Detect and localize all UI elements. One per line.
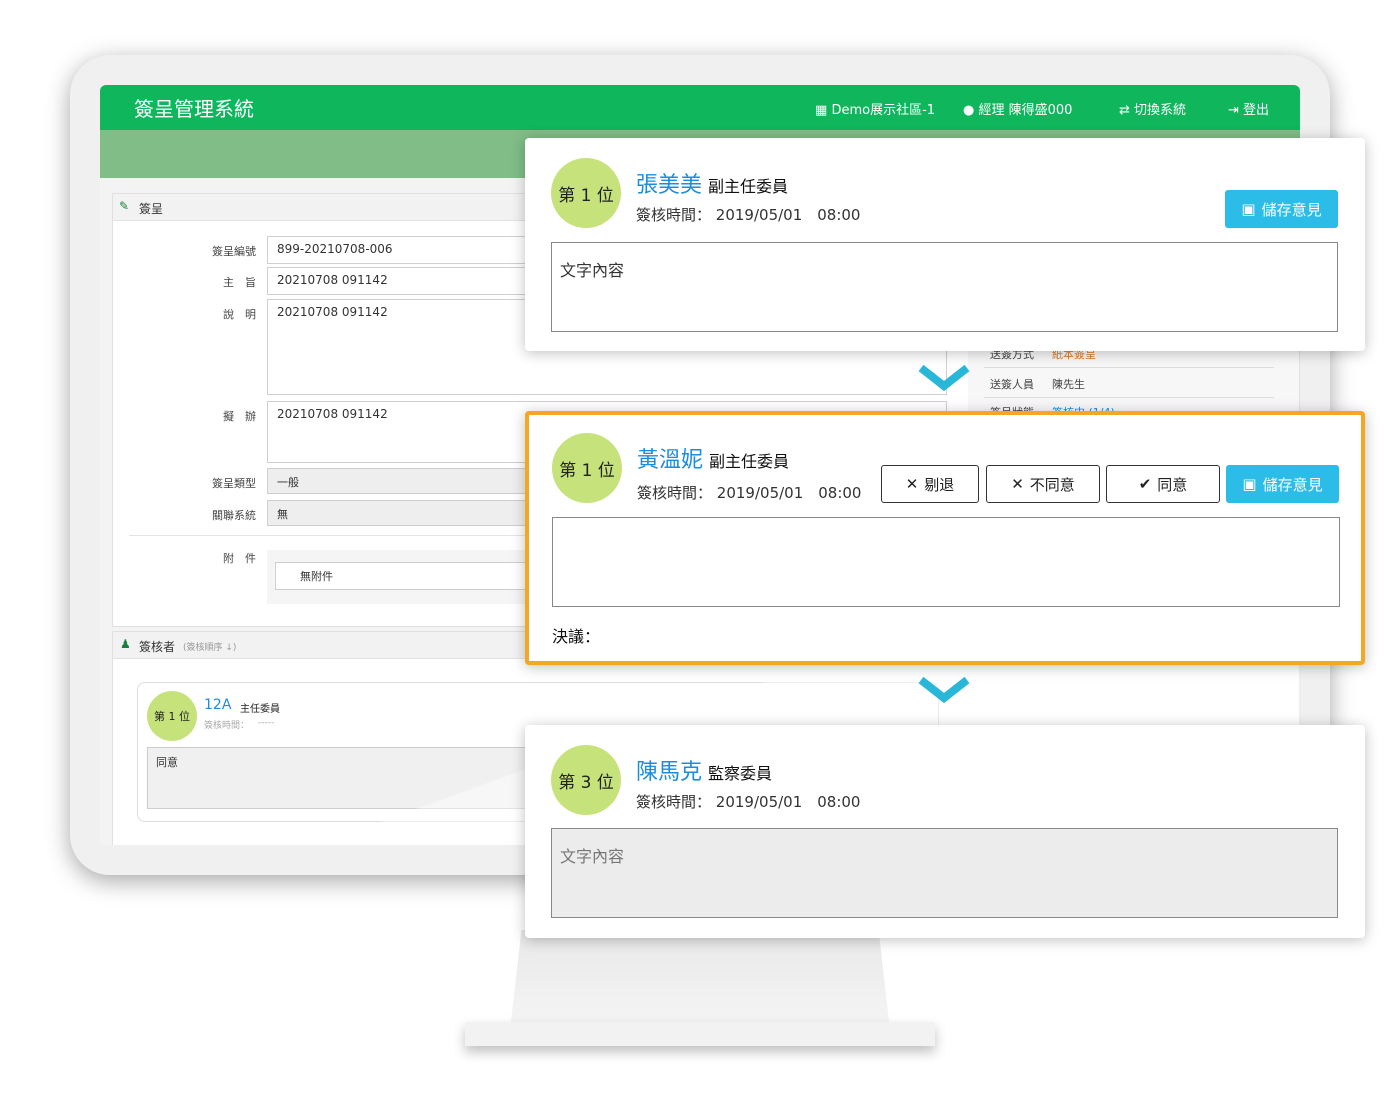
- logout-link[interactable]: ⇥ 登出: [1228, 99, 1269, 118]
- reject-label: 剔退: [924, 475, 955, 494]
- info-divider: [984, 397, 1274, 398]
- reviewer-role: 副主任委員: [708, 177, 789, 196]
- reviewer-name-wrap: 張美美 副主任委員: [636, 167, 788, 199]
- opinion-text: 文字內容: [560, 847, 625, 866]
- number-value: 899-20210708-006: [277, 242, 393, 256]
- disagree-label: 不同意: [1029, 475, 1075, 494]
- reviewer-name: 黃溫妮: [637, 448, 704, 473]
- opinion-text: 文字內容: [560, 261, 625, 280]
- save-opinion-button[interactable]: ▣ 儲存意見: [1225, 190, 1338, 228]
- type-label: 簽呈類型: [212, 477, 256, 490]
- switch-system-label: 切換系統: [1134, 103, 1187, 118]
- rank-badge: 第 3 位: [551, 745, 621, 815]
- review-time: 簽核時間： 2019/05/01 08:00: [637, 482, 861, 503]
- reviewer-name: 張美美: [636, 173, 703, 198]
- rank-badge: 第 1 位: [551, 158, 621, 228]
- logout-label: 登出: [1243, 103, 1270, 118]
- reviewer-name: 陳馬克: [636, 760, 703, 785]
- rank-badge: 第 1 位: [147, 691, 197, 741]
- petition-title: 簽呈: [139, 202, 164, 216]
- user-label: 經理 陳得盛000: [978, 103, 1073, 118]
- agree-label: 同意: [1157, 475, 1188, 494]
- description-value: 20210708 091142: [277, 305, 388, 319]
- subject-label: 主 旨: [223, 276, 256, 289]
- x-icon: ✕: [1011, 475, 1024, 493]
- floppy-icon: ▣: [1241, 200, 1256, 218]
- approvers-title: 簽核者: [139, 640, 176, 654]
- reject-button[interactable]: ✕ 剔退: [881, 465, 979, 503]
- number-label: 簽呈編號: [212, 245, 256, 258]
- disagree-button[interactable]: ✕ 不同意: [986, 465, 1100, 503]
- review-time-value: 2019/05/01 08:00: [715, 206, 861, 224]
- user-menu[interactable]: ● 經理 陳得盛000: [963, 99, 1072, 118]
- review-time-label: 簽核時間：: [636, 793, 712, 811]
- top-bar: 簽呈管理系統 ▦ Demo展示社區-1 ● 經理 陳得盛000 ⇄ 切換系統 ⇥…: [100, 85, 1300, 130]
- subject-value: 20210708 091142: [277, 273, 388, 287]
- reviewer-role: 副主任委員: [709, 452, 790, 471]
- chevron-down-icon: [918, 364, 970, 392]
- user-icon: ♟: [120, 637, 131, 651]
- review-time: 簽核時間： 2019/05/01 08:00: [636, 791, 860, 812]
- related-label: 關聯系統: [212, 509, 256, 522]
- review-time-label: 簽核時間：: [637, 484, 713, 502]
- description-label: 說 明: [223, 308, 256, 321]
- review-card-2: 第 1 位 黃溫妮 副主任委員 簽核時間： 2019/05/01 08:00 ✕ 剔…: [525, 411, 1365, 665]
- rank-badge: 第 1 位: [552, 433, 622, 503]
- save-opinion-label: 儲存意見: [1261, 200, 1322, 219]
- app-title: 簽呈管理系統: [134, 97, 254, 121]
- approver-time: -----: [258, 718, 275, 728]
- review-card-1: 第 1 位 張美美 副主任委員 簽核時間： 2019/05/01 08:00 ▣ 儲…: [525, 138, 1365, 351]
- resolution-label: 決議：: [552, 627, 601, 646]
- monitor-stand: [510, 930, 890, 1030]
- switch-system-link[interactable]: ⇄ 切換系統: [1119, 99, 1186, 118]
- reviewer-role: 監察委員: [708, 764, 773, 783]
- approver-comment-text: 同意: [156, 756, 178, 769]
- opinion-textarea[interactable]: [552, 517, 1340, 607]
- info-divider: [984, 367, 1274, 368]
- monitor-base: [465, 1022, 935, 1046]
- approver-time-label: 簽核時間：: [204, 721, 250, 731]
- community-link[interactable]: ▦ Demo展示社區-1: [815, 99, 935, 118]
- save-opinion-label: 儲存意見: [1262, 475, 1323, 494]
- floppy-icon: ▣: [1242, 475, 1257, 493]
- review-time-label: 簽核時間：: [636, 206, 712, 224]
- user-icon: ●: [963, 103, 975, 118]
- edit-icon: ✎: [119, 199, 130, 213]
- check-icon: ✔: [1138, 475, 1152, 493]
- community-label: Demo展示社區-1: [831, 103, 936, 118]
- reviewer-name-wrap: 黃溫妮 副主任委員: [637, 442, 789, 474]
- agree-button[interactable]: ✔ 同意: [1106, 465, 1220, 503]
- reviewer-name-wrap: 陳馬克 監察委員: [636, 754, 772, 786]
- logout-icon: ⇥: [1228, 103, 1239, 118]
- opinion-textarea[interactable]: 文字內容: [551, 242, 1338, 332]
- chevron-down-icon: [918, 676, 970, 704]
- attachment-value: 無附件: [300, 570, 333, 583]
- sender-label: 送簽人員: [990, 378, 1034, 391]
- x-icon: ✕: [905, 475, 919, 493]
- review-time: 簽核時間： 2019/05/01 08:00: [636, 204, 860, 225]
- building-icon: ▦: [815, 103, 828, 118]
- draft-label: 擬 辦: [223, 410, 256, 423]
- type-value: 一般: [277, 476, 299, 489]
- draft-value: 20210708 091142: [277, 407, 388, 421]
- save-opinion-button[interactable]: ▣ 儲存意見: [1226, 465, 1339, 503]
- opinion-textarea: 文字內容: [551, 828, 1338, 918]
- swap-icon: ⇄: [1119, 103, 1130, 118]
- approver-role: 主任委員: [240, 704, 280, 715]
- order-hint: (簽核順序 ↓): [183, 643, 237, 653]
- review-time-value: 2019/05/01 08:00: [715, 793, 861, 811]
- approver-name: 12A: [204, 697, 232, 713]
- review-time-value: 2019/05/01 08:00: [716, 484, 862, 502]
- review-card-3: 第 3 位 陳馬克 監察委員 簽核時間： 2019/05/01 08:00 文字內…: [525, 725, 1365, 938]
- related-value: 無: [277, 508, 288, 521]
- sender-value: 陳先生: [1052, 378, 1085, 391]
- attachment-label: 附 件: [223, 552, 256, 565]
